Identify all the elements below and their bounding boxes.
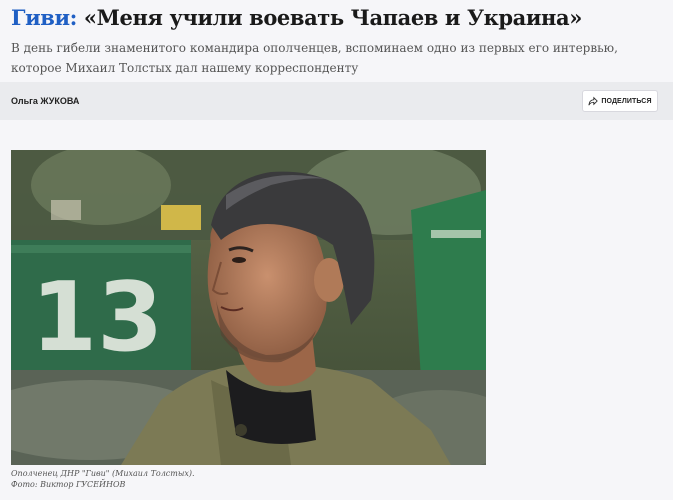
author-bar: Ольга ЖУКОВА ПОДЕЛИТЬСЯ — [0, 82, 673, 120]
share-button[interactable]: ПОДЕЛИТЬСЯ — [582, 90, 658, 112]
article-header: Гиви: «Меня учили воевать Чапаев и Украи… — [0, 0, 673, 82]
photo-caption: Ополченец ДНР "Гиви" (Михаил Толстых). Ф… — [11, 468, 411, 490]
author-name[interactable]: Ольга ЖУКОВА — [11, 95, 79, 107]
caption-credit: Фото: Виктор ГУСЕЙНОВ — [11, 480, 126, 489]
article-headline: «Меня учили воевать Чапаев и Украина» — [83, 5, 582, 30]
article-subtitle: В день гибели знаменитого командира опол… — [11, 41, 618, 75]
svg-text:13: 13 — [31, 263, 163, 373]
caption-text: Ополченец ДНР "Гиви" (Михаил Толстых). — [11, 469, 195, 478]
article-title: Гиви: «Меня учили воевать Чапаев и Украи… — [11, 4, 666, 32]
share-label: ПОДЕЛИТЬСЯ — [601, 97, 652, 105]
article-photo[interactable]: 13 — [11, 150, 486, 465]
article-rubric[interactable]: Гиви: — [11, 5, 77, 30]
share-arrow-icon — [588, 96, 599, 106]
